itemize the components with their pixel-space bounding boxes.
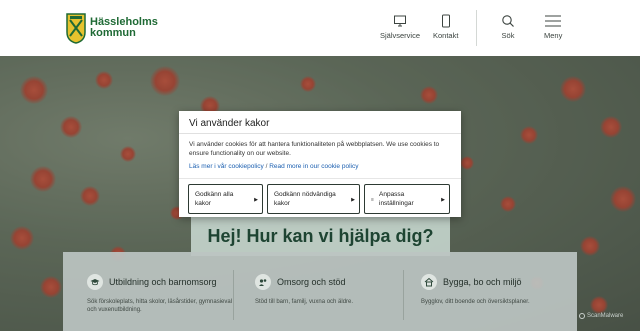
phone-icon	[441, 14, 450, 28]
logo[interactable]: Hässleholms kommun	[66, 12, 158, 44]
house-icon	[421, 274, 437, 290]
service-divider	[403, 270, 404, 320]
service-title: Omsorg och stöd	[277, 277, 346, 287]
button-label: Godkänn nödvändiga kakor	[274, 191, 336, 207]
cookie-policy-link-en[interactable]: Read more in our cookie policy	[269, 163, 358, 170]
service-title: Bygga, bo och miljö	[443, 277, 522, 287]
service-bygga[interactable]: Bygga, bo och miljö Bygglov, ditt boende…	[421, 274, 571, 306]
nav-label: Kontakt	[433, 31, 459, 40]
service-divider	[233, 270, 234, 320]
nav-meny[interactable]: Meny	[544, 14, 562, 44]
cookie-dialog-title: Vi använder kakor	[189, 118, 270, 129]
accept-all-button[interactable]: Godkänn alla kakor ▶	[188, 184, 263, 214]
service-title: Utbildning och barnomsorg	[109, 277, 217, 287]
link-separator: /	[265, 163, 268, 170]
nav-label: Meny	[544, 31, 563, 40]
logo-text: Hässleholms kommun	[90, 17, 158, 39]
settings-icon: ≡	[371, 197, 374, 203]
dialog-divider	[179, 178, 461, 179]
search-icon	[502, 15, 514, 27]
watermark-text: ScanMalware	[587, 313, 624, 319]
hero-heading-box: Hej! Hur kan vi hjälpa dig?	[191, 216, 450, 256]
scanmalware-watermark: ScanMalware	[579, 313, 623, 319]
nav-sok[interactable]: Sök	[501, 14, 515, 44]
logo-line2: kommun	[90, 27, 136, 39]
services-panel: Utbildning och barnomsorg Sök förskolepl…	[63, 252, 577, 331]
cookie-policy-link-sv[interactable]: Läs mer i vår cookiepolicy	[189, 163, 264, 170]
accept-necessary-button[interactable]: Godkänn nödvändiga kakor ▶	[267, 184, 360, 214]
chevron-right-icon: ▶	[351, 197, 355, 203]
chevron-right-icon: ▶	[254, 197, 258, 203]
service-description: Sök förskoleplats, hitta skolor, läsårst…	[87, 299, 233, 313]
nav-label: Självservice	[380, 31, 421, 40]
shield-icon	[579, 313, 585, 319]
monitor-icon	[394, 15, 406, 27]
dialog-divider	[179, 133, 461, 134]
hero-heading: Hej! Hur kan vi hjälpa dig?	[207, 226, 434, 246]
nav-divider	[476, 10, 477, 46]
service-description: Bygglov, ditt boende och översiktsplaner…	[421, 299, 530, 305]
service-utbildning[interactable]: Utbildning och barnomsorg Sök förskolepl…	[87, 274, 237, 314]
cookie-consent-dialog: Vi använder kakor Vi använder cookies fö…	[179, 111, 461, 217]
hamburger-icon	[545, 15, 562, 27]
customize-settings-button[interactable]: ≡ Anpassa inställningar ▶	[364, 184, 450, 214]
site-header: Hässleholms kommun Självservice Kontakt …	[0, 0, 640, 56]
nav-kontakt[interactable]: Kontakt	[433, 14, 458, 44]
service-omsorg[interactable]: Omsorg och stöd Stöd till barn, familj, …	[255, 274, 405, 306]
nav-label: Sök	[501, 31, 515, 40]
button-label: Anpassa inställningar	[379, 191, 414, 207]
support-icon	[255, 274, 271, 290]
service-description: Stöd till barn, familj, vuxna och äldre.	[255, 299, 354, 305]
cookie-dialog-body: Vi använder cookies för att hantera funk…	[189, 141, 440, 157]
nav-sjalvservice[interactable]: Självservice	[380, 14, 420, 44]
coat-of-arms-icon	[66, 13, 86, 44]
cookie-policy-links: Läs mer i vår cookiepolicy / Read more i…	[189, 163, 358, 170]
button-label: Godkänn alla kakor	[195, 191, 234, 207]
graduation-cap-icon	[87, 274, 103, 290]
chevron-right-icon: ▶	[441, 197, 445, 203]
